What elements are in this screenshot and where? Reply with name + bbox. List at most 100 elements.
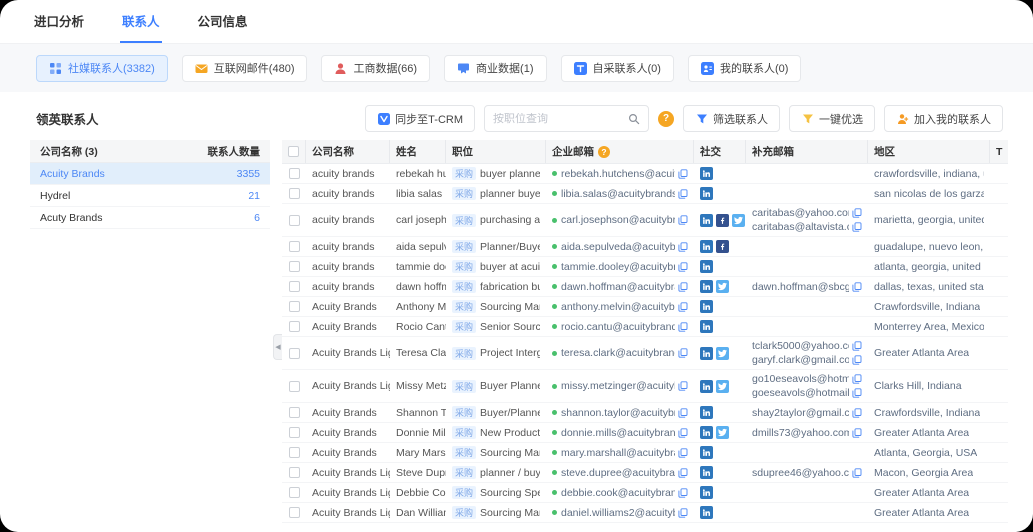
contact-region: Macon, Georgia Area (874, 467, 973, 479)
twitter-icon[interactable] (732, 214, 745, 227)
contact-region: guadalupe, nuevo leon, mexico (874, 241, 984, 253)
source-chip-3[interactable]: 商业数据(1) (444, 55, 546, 82)
copy-icon[interactable] (678, 302, 688, 312)
row-checkbox[interactable] (289, 261, 300, 272)
source-chip-4[interactable]: 自采联系人(0) (561, 55, 674, 82)
copy-icon[interactable] (852, 408, 862, 418)
copy-icon[interactable] (852, 388, 862, 398)
company-name-cell: Acuity Brands (30, 168, 180, 180)
copy-icon[interactable] (678, 488, 688, 498)
row-checkbox[interactable] (289, 407, 300, 418)
row-checkbox[interactable] (289, 507, 300, 518)
row-checkbox[interactable] (289, 301, 300, 312)
company-row[interactable]: Hydrel21 (30, 185, 270, 207)
help-icon[interactable]: ? (658, 111, 674, 127)
linkedin-icon[interactable] (700, 466, 713, 479)
row-checkbox[interactable] (289, 321, 300, 332)
copy-icon[interactable] (852, 222, 862, 232)
row-checkbox[interactable] (289, 427, 300, 438)
copy-icon[interactable] (678, 348, 688, 358)
row-checkbox[interactable] (289, 168, 300, 179)
copy-icon[interactable] (678, 242, 688, 252)
copy-icon[interactable] (852, 428, 862, 438)
row-checkbox[interactable] (289, 241, 300, 252)
linkedin-icon[interactable] (700, 280, 713, 293)
one-click-optimize-button[interactable]: 一键优选 (789, 105, 875, 132)
collapse-panel-button[interactable]: ◀ (273, 334, 282, 360)
twitter-icon[interactable] (716, 280, 729, 293)
source-chip-5[interactable]: 我的联系人(0) (688, 55, 801, 82)
linkedin-icon[interactable] (700, 260, 713, 273)
contact-email: steve.dupree@acuitybrands.com (561, 467, 675, 479)
tab-contacts[interactable]: 联系人 (120, 0, 162, 43)
row-checkbox[interactable] (289, 467, 300, 478)
facebook-icon[interactable] (716, 214, 729, 227)
truncated-cell (990, 317, 1008, 336)
linkedin-icon[interactable] (700, 347, 713, 360)
copy-icon[interactable] (678, 408, 688, 418)
copy-icon[interactable] (852, 341, 862, 351)
linkedin-icon[interactable] (700, 187, 713, 200)
copy-icon[interactable] (678, 428, 688, 438)
linkedin-icon[interactable] (700, 486, 713, 499)
copy-icon[interactable] (678, 262, 688, 272)
email-help-icon[interactable]: ? (598, 146, 610, 158)
select-all-checkbox[interactable] (288, 146, 299, 157)
company-row[interactable]: Acuity Brands3355 (30, 163, 270, 185)
copy-icon[interactable] (852, 208, 862, 218)
row-checkbox[interactable] (289, 487, 300, 498)
row-checkbox[interactable] (289, 281, 300, 292)
linkedin-icon[interactable] (700, 380, 713, 393)
copy-icon[interactable] (678, 448, 688, 458)
linkedin-icon[interactable] (700, 426, 713, 439)
copy-icon[interactable] (678, 282, 688, 292)
sync-tcrm-button[interactable]: 同步至T-CRM (365, 105, 475, 132)
twitter-icon[interactable] (716, 426, 729, 439)
copy-icon[interactable] (852, 468, 862, 478)
row-checkbox[interactable] (289, 381, 300, 392)
copy-icon[interactable] (678, 215, 688, 225)
company-row[interactable]: Acuty Brands6 (30, 207, 270, 229)
twitter-icon[interactable] (716, 347, 729, 360)
purchase-tag: 采购 (452, 167, 476, 180)
contact-region: Greater Atlanta Area (874, 427, 969, 439)
row-checkbox[interactable] (289, 348, 300, 359)
extra-email-text: goeseavols@hotmail.com (752, 386, 849, 400)
filter-contacts-button[interactable]: 筛选联系人 (683, 105, 780, 132)
contact-region: crawfordsville, indiana, united states (874, 168, 984, 180)
contact-email: rocio.cantu@acuitybrands.com (561, 321, 675, 333)
copy-icon[interactable] (678, 381, 688, 391)
source-chip-1[interactable]: 互联网邮件(480) (182, 55, 308, 82)
linkedin-icon[interactable] (700, 240, 713, 253)
linkedin-icon[interactable] (700, 300, 713, 313)
add-to-my-contacts-button[interactable]: 加入我的联系人 (884, 105, 1003, 132)
twitter-icon[interactable] (716, 380, 729, 393)
copy-icon[interactable] (852, 355, 862, 365)
copy-icon[interactable] (852, 282, 862, 292)
source-chip-2[interactable]: 工商数据(66) (321, 55, 430, 82)
copy-icon[interactable] (852, 374, 862, 384)
tab-company-info[interactable]: 公司信息 (196, 0, 250, 43)
facebook-icon[interactable] (716, 240, 729, 253)
copy-icon[interactable] (678, 322, 688, 332)
linkedin-icon[interactable] (700, 320, 713, 333)
row-checkbox[interactable] (289, 215, 300, 226)
linkedin-icon[interactable] (700, 167, 713, 180)
truncated-cell (990, 403, 1008, 422)
copy-icon[interactable] (678, 468, 688, 478)
copy-icon[interactable] (678, 508, 688, 518)
copy-icon[interactable] (678, 169, 688, 179)
contact-position: planner buyer (480, 188, 540, 200)
row-checkbox[interactable] (289, 447, 300, 458)
copy-icon[interactable] (678, 189, 688, 199)
position-search-input[interactable] (493, 113, 627, 125)
row-checkbox[interactable] (289, 188, 300, 199)
search-icon[interactable] (627, 112, 640, 125)
linkedin-icon[interactable] (700, 506, 713, 519)
source-chip-0[interactable]: 社媒联系人(3382) (36, 55, 168, 82)
linkedin-icon[interactable] (700, 446, 713, 459)
linkedin-icon[interactable] (700, 214, 713, 227)
linkedin-icon[interactable] (700, 406, 713, 419)
tab-import-analysis[interactable]: 进口分析 (32, 0, 86, 43)
social-links-cell (694, 184, 746, 203)
